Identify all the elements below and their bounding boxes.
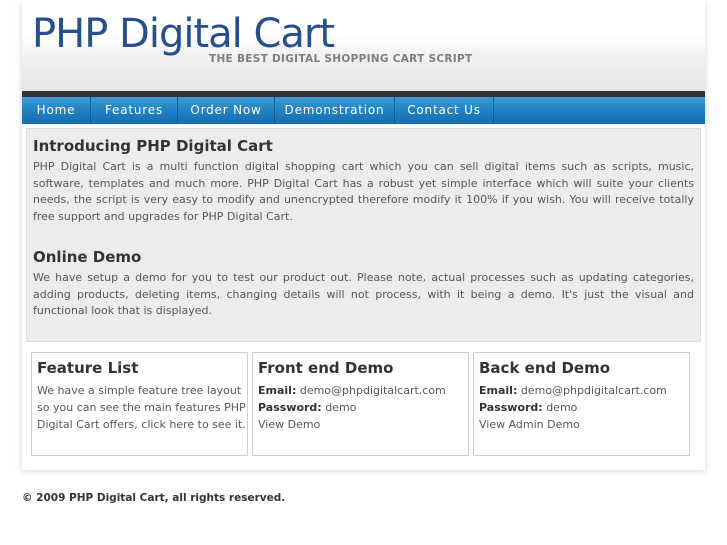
nav-contact-us[interactable]: Contact Us xyxy=(395,97,494,124)
back-password-label: Password: xyxy=(479,401,543,414)
demo-body: We have setup a demo for you to test our… xyxy=(33,271,694,317)
front-password-value: demo xyxy=(321,401,357,414)
nav-demonstration[interactable]: Demonstration xyxy=(275,97,395,124)
feature-list-tail: to see it. xyxy=(194,418,246,431)
front-end-demo-details: Email: demo@phpdigitalcart.com Password:… xyxy=(258,382,446,433)
intro-body: PHP Digital Cart is a multi function dig… xyxy=(33,160,694,223)
feature-list-link[interactable]: click here xyxy=(141,418,194,431)
nav-order-now[interactable]: Order Now xyxy=(178,97,275,124)
nav-features[interactable]: Features xyxy=(91,97,178,124)
site-logo[interactable]: PHP Digital Cart xyxy=(32,12,335,56)
back-email-label: Email: xyxy=(479,384,518,397)
header: PHP Digital Cart THE BEST DIGITAL SHOPPI… xyxy=(22,0,705,91)
back-end-demo-title: Back end Demo xyxy=(479,359,611,377)
view-admin-demo-link[interactable]: View Admin Demo xyxy=(479,418,580,431)
front-end-demo-box: Front end Demo Email: demo@phpdigitalcar… xyxy=(252,352,469,456)
front-password-label: Password: xyxy=(258,401,322,414)
back-end-demo-box: Back end Demo Email: demo@phpdigitalcart… xyxy=(473,352,690,456)
feature-list-text: We have a simple feature tree layout so … xyxy=(37,382,246,433)
feature-list-box: Feature List We have a simple feature tr… xyxy=(31,352,248,456)
back-end-demo-details: Email: demo@phpdigitalcart.com Password:… xyxy=(479,382,667,433)
feature-list-line: We have a simple feature tree layout xyxy=(37,384,242,397)
feature-list-line: Digital Cart offers, xyxy=(37,418,138,431)
front-end-demo-title: Front end Demo xyxy=(258,359,394,377)
footer-copyright: © 2009 PHP Digital Cart, all rights rese… xyxy=(22,492,286,504)
view-demo-link[interactable]: View Demo xyxy=(258,418,320,431)
nav-home[interactable]: Home xyxy=(22,97,91,124)
site-tagline: THE BEST DIGITAL SHOPPING CART SCRIPT xyxy=(209,53,473,65)
intro-title: Introducing PHP Digital Cart xyxy=(33,137,273,155)
back-password-value: demo xyxy=(542,401,578,414)
front-email-value: demo@phpdigitalcart.com xyxy=(296,384,446,397)
feature-list-title: Feature List xyxy=(37,359,139,377)
demo-title: Online Demo xyxy=(33,248,142,266)
page-container: PHP Digital Cart THE BEST DIGITAL SHOPPI… xyxy=(22,0,705,470)
back-email-value: demo@phpdigitalcart.com xyxy=(517,384,667,397)
front-email-label: Email: xyxy=(258,384,297,397)
main-nav: Home Features Order Now Demonstration Co… xyxy=(22,97,705,124)
intro-panel: Introducing PHP Digital Cart PHP Digital… xyxy=(26,128,701,342)
feature-list-line: so you can see the main features PHP xyxy=(37,401,246,414)
